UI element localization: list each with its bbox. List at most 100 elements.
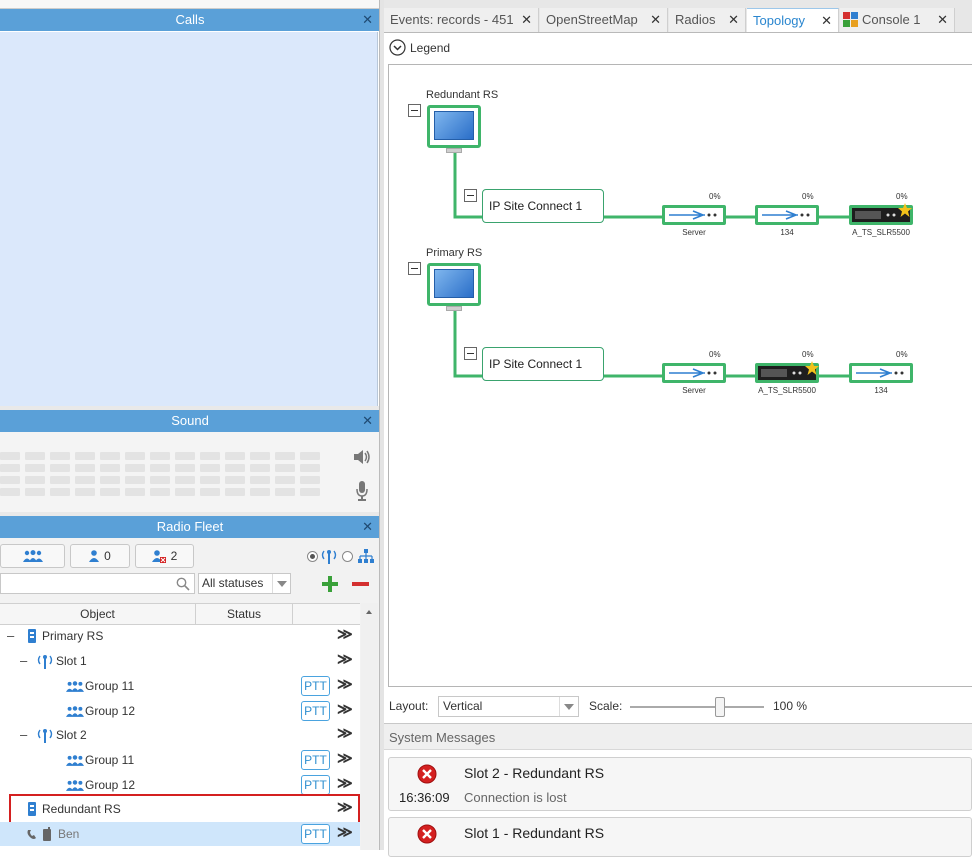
offline-users-filter-button[interactable]: 2 bbox=[135, 544, 194, 568]
collapse-icon[interactable]: – bbox=[20, 723, 30, 747]
sound-level-bar bbox=[200, 488, 220, 496]
calls-title: Calls bbox=[175, 12, 205, 27]
system-message[interactable]: Slot 2 - Redundant RS 16:36:09 Connectio… bbox=[388, 757, 972, 811]
radio-fleet-close-icon[interactable]: ✕ bbox=[362, 516, 373, 538]
sound-title: Sound bbox=[171, 413, 209, 428]
sound-level-bar bbox=[0, 464, 20, 472]
sound-level-bar bbox=[275, 464, 295, 472]
collapse-node-icon[interactable] bbox=[464, 347, 477, 360]
legend-label: Legend bbox=[410, 41, 451, 55]
add-icon[interactable] bbox=[321, 575, 339, 593]
tab-close-icon[interactable]: ✕ bbox=[521, 8, 532, 32]
sound-level-bar bbox=[200, 452, 220, 460]
more-actions-icon[interactable]: ≫ bbox=[337, 649, 355, 673]
more-actions-icon[interactable]: ≫ bbox=[337, 822, 355, 846]
sound-level-bar bbox=[125, 464, 145, 472]
tab-topology[interactable]: Topology ✕ bbox=[747, 8, 839, 32]
fleet-search-input[interactable] bbox=[0, 573, 195, 594]
tree-row-slot-2[interactable]: – Slot 2 ≫ bbox=[0, 723, 360, 747]
tab-close-icon[interactable]: ✕ bbox=[821, 9, 832, 33]
more-actions-icon[interactable]: ≫ bbox=[337, 674, 355, 698]
error-icon bbox=[417, 824, 437, 844]
scale-label: Scale: bbox=[589, 699, 623, 713]
more-actions-icon[interactable]: ≫ bbox=[337, 748, 355, 772]
column-header-status[interactable]: Status bbox=[196, 604, 293, 624]
computer-icon[interactable] bbox=[427, 105, 481, 148]
tab-events[interactable]: Events: records - 451 ✕ bbox=[384, 8, 539, 32]
tab-radios[interactable]: Radios ✕ bbox=[669, 8, 746, 32]
search-icon[interactable] bbox=[176, 577, 190, 591]
radio-tower-icon bbox=[37, 655, 53, 669]
users-filter-button[interactable]: 0 bbox=[70, 544, 130, 568]
handheld-radio-icon bbox=[43, 827, 51, 841]
sound-level-bar bbox=[100, 464, 120, 472]
ip-site-connect-node[interactable]: IP Site Connect 1 bbox=[482, 347, 604, 381]
ptt-button[interactable]: PTT bbox=[301, 676, 330, 696]
ptt-button[interactable]: PTT bbox=[301, 750, 330, 770]
tab-openstreetmap[interactable]: OpenStreetMap ✕ bbox=[540, 8, 668, 32]
tree-row-group-12[interactable]: Group 12 PTT ≫ bbox=[0, 699, 360, 723]
more-actions-icon[interactable]: ≫ bbox=[337, 723, 355, 747]
scale-slider[interactable] bbox=[630, 697, 764, 717]
message-title: Slot 1 - Redundant RS bbox=[464, 825, 605, 841]
sound-level-bar bbox=[150, 488, 170, 496]
collapse-node-icon[interactable] bbox=[408, 262, 421, 275]
sound-level-bar bbox=[75, 464, 95, 472]
sound-level-bar bbox=[225, 476, 245, 484]
tab-close-icon[interactable]: ✕ bbox=[728, 8, 739, 32]
sound-level-bar bbox=[50, 464, 70, 472]
tree-row-slot-1[interactable]: – Slot 1 ≫ bbox=[0, 649, 360, 673]
scroll-up-icon[interactable] bbox=[366, 610, 372, 614]
radio-view-radio-button[interactable] bbox=[307, 551, 318, 562]
ptt-button[interactable]: PTT bbox=[301, 701, 330, 721]
device-load: 0% bbox=[709, 350, 721, 359]
repeater-device[interactable] bbox=[755, 205, 819, 225]
tab-close-icon[interactable]: ✕ bbox=[937, 8, 948, 32]
tree-row-primary-rs[interactable]: – Primary RS ≫ bbox=[0, 624, 360, 648]
hierarchy-view-radio-button[interactable] bbox=[342, 551, 353, 562]
collapse-node-icon[interactable] bbox=[464, 189, 477, 202]
repeater-device[interactable] bbox=[849, 363, 913, 383]
ptt-button[interactable]: PTT bbox=[301, 824, 330, 844]
scale-slider-thumb[interactable] bbox=[715, 697, 725, 717]
tab-label: Radios bbox=[675, 12, 716, 27]
collapse-icon[interactable]: – bbox=[20, 649, 30, 673]
fleet-scrollbar[interactable] bbox=[361, 603, 378, 850]
more-actions-icon[interactable]: ≫ bbox=[337, 699, 355, 723]
sound-level-bar bbox=[250, 452, 270, 460]
topology-canvas[interactable]: Redundant RS IP Site Connect 1 0% Server… bbox=[388, 64, 972, 687]
server-device[interactable] bbox=[662, 363, 726, 383]
layout-select[interactable]: Vertical bbox=[438, 696, 579, 717]
tree-row-group-11[interactable]: Group 11 PTT ≫ bbox=[0, 674, 360, 698]
speaker-icon[interactable] bbox=[352, 448, 372, 466]
user-icon bbox=[89, 550, 100, 562]
system-message[interactable]: Slot 1 - Redundant RS bbox=[388, 817, 972, 857]
sound-close-icon[interactable]: ✕ bbox=[362, 410, 373, 432]
groups-filter-button[interactable] bbox=[0, 544, 65, 568]
status-filter-select[interactable]: All statuses bbox=[198, 573, 291, 594]
calls-close-icon[interactable]: ✕ bbox=[362, 9, 373, 31]
calls-list[interactable] bbox=[0, 32, 378, 406]
system-messages-title: System Messages bbox=[389, 730, 496, 745]
microphone-icon[interactable] bbox=[355, 480, 369, 502]
tree-row-group-11[interactable]: Group 11 PTT ≫ bbox=[0, 748, 360, 772]
sound-level-bar bbox=[175, 452, 195, 460]
server-device[interactable] bbox=[662, 205, 726, 225]
column-header-object[interactable]: Object bbox=[0, 604, 196, 624]
sound-level-bar bbox=[150, 452, 170, 460]
sound-level-bar bbox=[25, 452, 45, 460]
ip-site-connect-node[interactable]: IP Site Connect 1 bbox=[482, 189, 604, 223]
more-actions-icon[interactable]: ≫ bbox=[337, 624, 355, 648]
collapse-node-icon[interactable] bbox=[408, 104, 421, 117]
sound-level-bar bbox=[300, 476, 320, 484]
offline-users-count: 2 bbox=[170, 549, 178, 563]
tree-row-ben[interactable]: Ben PTT ≫ bbox=[0, 822, 360, 846]
collapse-icon[interactable]: – bbox=[7, 624, 17, 648]
ptt-button[interactable]: PTT bbox=[301, 775, 330, 795]
radio-tower-icon bbox=[321, 550, 337, 564]
computer-icon[interactable] bbox=[427, 263, 481, 306]
tab-console-1[interactable]: Console 1 ✕ bbox=[840, 8, 955, 32]
tab-close-icon[interactable]: ✕ bbox=[650, 8, 661, 32]
sound-level-bar bbox=[175, 464, 195, 472]
remove-icon[interactable] bbox=[352, 582, 369, 586]
